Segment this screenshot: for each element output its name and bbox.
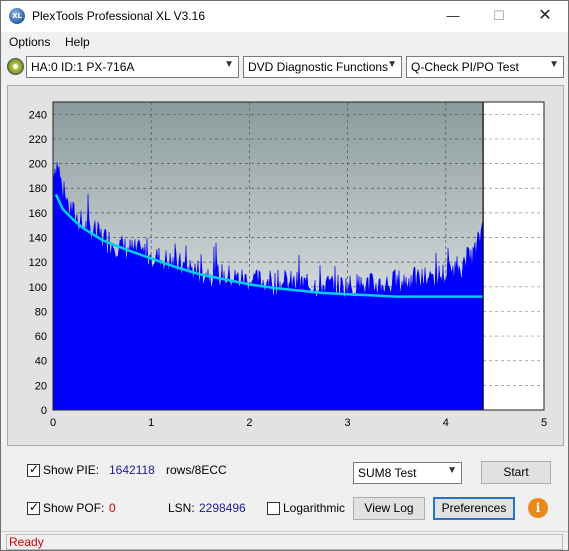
view-log-button[interactable]: View Log (353, 497, 425, 520)
y-tick-label: 160 (29, 208, 47, 220)
y-tick-label: 120 (29, 257, 47, 269)
logarithmic-label: Logarithmic (283, 501, 346, 515)
pie-chart: 0 20 40 60 80 100 120 140 160 180 200 220 240 0 1 2 3 4 5 (29, 101, 547, 429)
title-bar: XL PlexTools Professional XL V3.16 — ☐ ✕ (1, 1, 568, 32)
disc-drive-icon (7, 58, 24, 75)
logarithmic-checkbox[interactable] (267, 502, 280, 515)
y-tick-label: 60 (35, 331, 47, 343)
app-window: XL PlexTools Professional XL V3.16 — ☐ ✕… (0, 0, 569, 551)
x-tick-label: 1 (148, 417, 154, 429)
lsn-label: LSN: (168, 501, 195, 515)
x-tick-label: 4 (443, 417, 449, 429)
pie-unit-label: rows/8ECC (166, 463, 227, 477)
y-tick-label: 40 (35, 356, 47, 368)
chevron-down-icon: ▼ (224, 59, 234, 70)
pof-total-value: 0 (109, 501, 116, 515)
y-tick-label: 200 (29, 159, 47, 171)
sum-test-select[interactable]: SUM8 Test ▼ (353, 462, 462, 484)
info-icon[interactable]: i (528, 498, 548, 518)
y-tick-label: 240 (29, 109, 47, 121)
show-pie-checkbox[interactable] (27, 462, 40, 477)
function-select[interactable]: DVD Diagnostic Functions ▼ (243, 56, 402, 78)
test-select[interactable]: Q-Check PI/PO Test ▼ (406, 56, 564, 78)
y-tick-label: 100 (29, 282, 47, 294)
lsn-value: 2298496 (199, 501, 246, 515)
y-tick-label: 20 (35, 380, 47, 392)
y-tick-label: 180 (29, 183, 47, 195)
menu-bar: Options Help (1, 32, 568, 52)
y-tick-label: 0 (41, 405, 47, 417)
minimize-button[interactable]: — (430, 1, 476, 32)
y-tick-label: 220 (29, 134, 47, 146)
show-pie-label: Show PIE: (43, 463, 100, 477)
start-button[interactable]: Start (481, 461, 551, 484)
show-pof-checkbox[interactable] (27, 500, 40, 515)
show-pof-label: Show POF: (43, 501, 105, 515)
maximize-button[interactable]: ☐ (476, 1, 522, 32)
drive-select-value: HA:0 ID:1 PX-716A (31, 60, 135, 74)
chevron-down-icon: ▼ (549, 59, 559, 70)
test-select-value: Q-Check PI/PO Test (411, 60, 519, 74)
x-tick-label: 0 (50, 417, 56, 429)
menu-options[interactable]: Options (9, 35, 50, 49)
x-tick-label: 5 (541, 417, 547, 429)
unscanned-region (483, 102, 544, 410)
pie-total-value: 1642118 (109, 463, 155, 477)
chart-panel: 0 20 40 60 80 100 120 140 160 180 200 220 240 0 1 2 3 4 5 (7, 85, 564, 446)
chevron-down-icon: ▼ (447, 465, 457, 476)
x-tick-label: 2 (246, 417, 252, 429)
status-text: Ready (6, 534, 563, 550)
y-tick-label: 140 (29, 233, 47, 245)
chevron-down-icon: ▼ (387, 59, 397, 70)
controls-panel: Show PIE: 1642118 rows/8ECC SUM8 Test ▼ … (1, 450, 568, 530)
drive-select[interactable]: HA:0 ID:1 PX-716A ▼ (26, 56, 239, 78)
close-button[interactable]: ✕ (522, 1, 568, 32)
function-select-value: DVD Diagnostic Functions (248, 60, 389, 74)
status-bar: Ready (1, 531, 568, 550)
menu-help[interactable]: Help (65, 35, 90, 49)
x-tick-label: 3 (345, 417, 351, 429)
sum-test-select-value: SUM8 Test (358, 466, 417, 480)
preferences-button[interactable]: Preferences (433, 497, 515, 520)
y-tick-label: 80 (35, 306, 47, 318)
app-logo-icon: XL (9, 8, 25, 24)
window-title: PlexTools Professional XL V3.16 (32, 9, 205, 23)
toolbar: HA:0 ID:1 PX-716A ▼ DVD Diagnostic Funct… (1, 53, 568, 80)
